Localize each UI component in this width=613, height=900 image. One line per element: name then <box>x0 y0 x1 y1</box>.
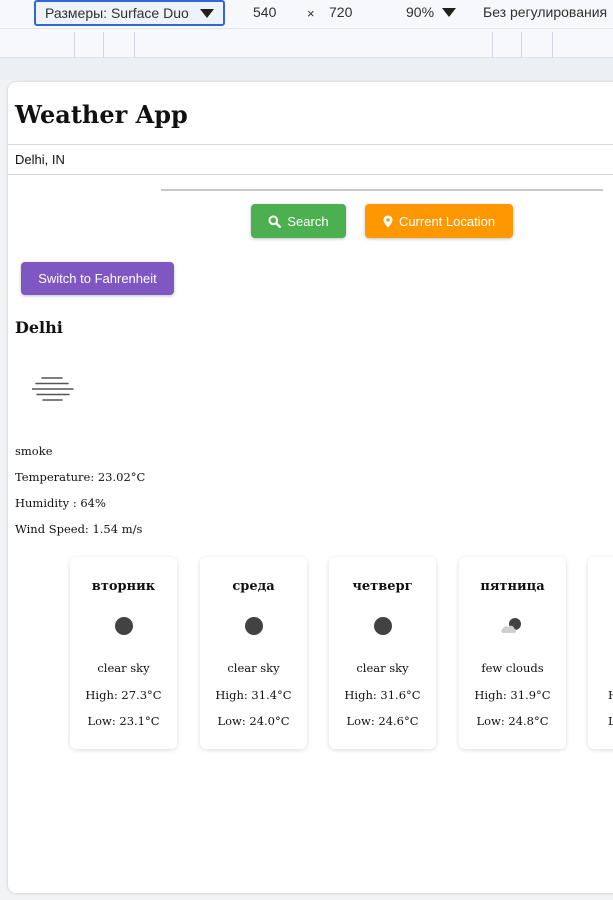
forecast-high: H <box>608 688 613 702</box>
zoom-value: 90% <box>406 4 435 20</box>
viewport-width-input[interactable]: 540 <box>253 4 276 20</box>
ruler-tick <box>134 32 135 58</box>
forecast-high: High: 31.9°C <box>474 688 551 702</box>
viewport-gutter <box>0 58 613 80</box>
dropdown-arrow-icon <box>200 8 214 18</box>
search-button-label: Search <box>287 213 329 229</box>
app-title: Weather App <box>15 100 188 129</box>
forecast-description: clear sky <box>356 661 409 675</box>
clear-sky-icon <box>244 617 263 635</box>
wind-speed-text: Wind Speed: 1.54 m/s <box>15 522 143 536</box>
forecast-description: few clouds <box>481 661 544 675</box>
current-location-button[interactable]: Current Location <box>365 204 513 238</box>
forecast-card: четверг clear sky High: 31.6°C Low: 24.6… <box>329 557 436 749</box>
clear-sky-icon <box>373 617 392 635</box>
ruler-tick <box>552 32 553 58</box>
forecast-description: clear sky <box>227 661 280 675</box>
city-input[interactable] <box>8 144 613 175</box>
ruler-tick <box>492 32 493 58</box>
input-divider <box>161 189 603 191</box>
forecast-day: среда <box>232 579 275 594</box>
dropdown-arrow-icon <box>442 7 457 17</box>
few-clouds-icon <box>500 618 521 633</box>
dimension-separator: × <box>307 6 315 21</box>
forecast-low: Low: 24.8°C <box>476 714 549 728</box>
viewport-height-input[interactable]: 720 <box>329 4 352 20</box>
temperature-text: Temperature: 23.02°C <box>15 470 146 484</box>
device-dimensions-select[interactable]: Размеры: Surface Duo <box>34 0 225 26</box>
current-location-label: Current Location <box>398 213 496 229</box>
ruler-tick <box>74 32 75 58</box>
forecast-low: Low: 24.0°C <box>217 714 290 728</box>
location-pin-icon <box>383 215 393 227</box>
forecast-high: High: 27.3°C <box>85 688 162 702</box>
clear-sky-icon <box>114 617 133 635</box>
devtools-device-toolbar: Размеры: Surface Duo 540 × 720 90% Без р… <box>0 0 613 28</box>
weather-description: smoke <box>15 444 53 458</box>
switch-unit-button[interactable]: Switch to Fahrenheit <box>21 262 174 295</box>
ruler-tick <box>521 32 522 58</box>
search-button[interactable]: Search <box>251 204 346 238</box>
forecast-low: L <box>608 714 613 728</box>
media-query-ruler <box>0 28 613 58</box>
forecast-card: H L <box>588 557 613 749</box>
ruler-tick <box>103 32 104 58</box>
search-icon <box>268 215 282 228</box>
zoom-select[interactable]: 90% <box>406 4 457 20</box>
humidity-text: Humidity : 64% <box>15 496 106 510</box>
forecast-card: среда clear sky High: 31.4°C Low: 24.0°C <box>200 557 307 749</box>
forecast-day: вторник <box>91 579 156 594</box>
forecast-high: High: 31.6°C <box>344 688 421 702</box>
forecast-day: четверг <box>352 579 413 594</box>
forecast-card: пятница few clouds High: 31.9°C Low: 24.… <box>459 557 566 749</box>
forecast-high: High: 31.4°C <box>215 688 292 702</box>
throttling-select[interactable]: Без регулирования <box>483 4 607 20</box>
city-name: Delhi <box>15 318 63 337</box>
forecast-low: Low: 24.6°C <box>346 714 419 728</box>
forecast-description: clear sky <box>97 661 150 675</box>
device-dimensions-label: Размеры: Surface Duo <box>45 5 189 21</box>
forecast-low: Low: 23.1°C <box>87 714 160 728</box>
forecast-card: вторник clear sky High: 27.3°C Low: 23.1… <box>70 557 177 749</box>
forecast-day: пятница <box>480 579 545 594</box>
emulated-viewport: Weather App Search Current Location Swit… <box>8 82 613 893</box>
smoke-icon <box>32 377 74 401</box>
